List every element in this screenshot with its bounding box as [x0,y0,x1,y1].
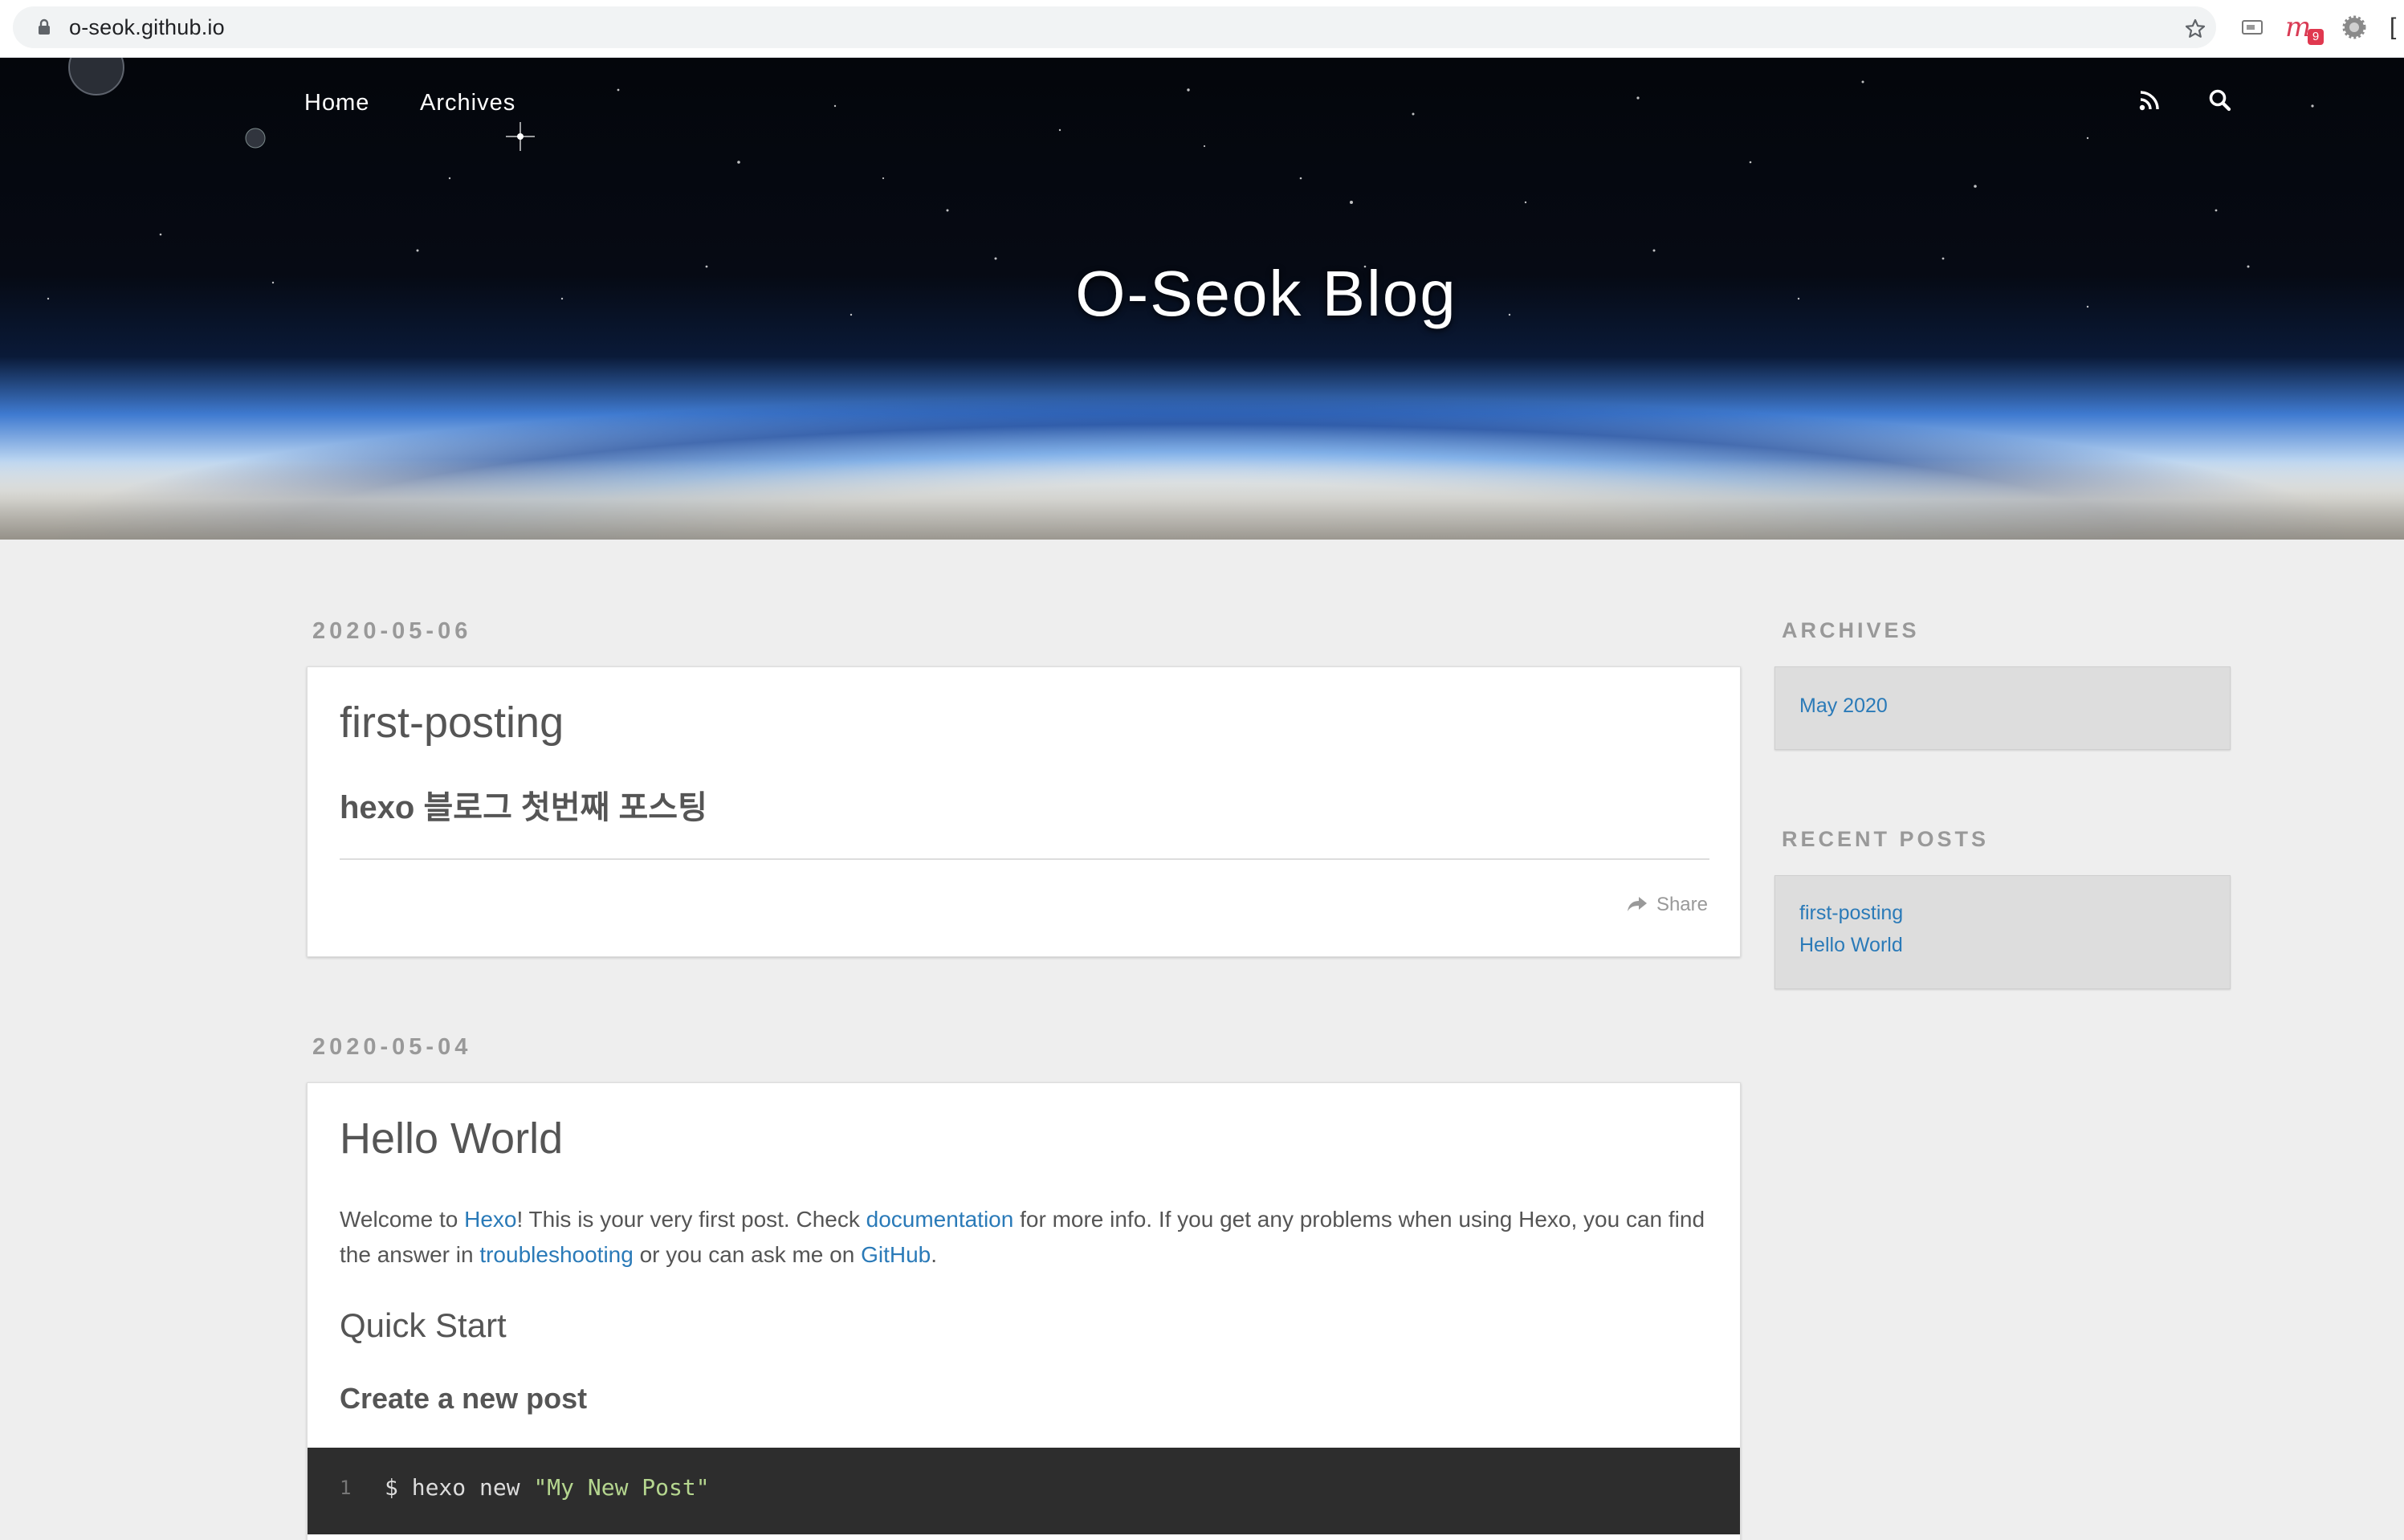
post-card: Hello World Welcome to Hexo! This is you… [307,1082,1741,1540]
archive-link-may-2020[interactable]: May 2020 [1799,695,1888,718]
post-title[interactable]: Hello World [340,1114,563,1163]
post-intro-paragraph: Welcome to Hexo! This is your very first… [340,1202,1721,1273]
address-bar[interactable]: o-seok.github.io [13,6,2216,48]
share-link[interactable]: Share [1626,894,1708,916]
lock-icon[interactable] [35,18,53,36]
troubleshooting-link[interactable]: troubleshooting [479,1242,633,1267]
intro-text: . [931,1242,938,1267]
post-title[interactable]: first-posting [340,698,564,748]
hexo-link[interactable]: Hexo [464,1207,516,1232]
section-heading: Quick Start [340,1306,507,1344]
nav-home-link[interactable]: Home [304,90,369,116]
recent-posts-widget-title: RECENT POSTS [1782,827,1990,851]
site-title[interactable]: O-Seok Blog [0,257,2404,331]
browser-toolbar: o-seok.github.io m 9 [ [0,0,2404,58]
recent-post-link[interactable]: first-posting [1799,902,1903,925]
share-label: Share [1656,894,1708,915]
bracket-extension-icon[interactable]: [ [2390,14,2404,40]
intro-text: or you can ask me on [633,1242,862,1267]
cast-extension-icon[interactable] [2240,14,2264,40]
archives-widget-title: ARCHIVES [1782,618,1920,642]
extension-badge: 9 [2308,29,2324,45]
recent-post-link[interactable]: Hello World [1799,934,1903,957]
github-link[interactable]: GitHub [861,1242,931,1267]
code-line-number: 1 [340,1477,352,1499]
gear-extension-icon[interactable] [2341,14,2367,40]
bookmark-star-icon[interactable] [2184,18,2206,40]
intro-text: Welcome to [340,1207,465,1232]
post-divider [340,858,1709,860]
code-line[interactable]: $ hexo new "My New Post" [385,1474,710,1501]
code-command: $ hexo new [385,1474,534,1501]
post-date[interactable]: 2020-05-06 [312,618,471,645]
nav-archives-link[interactable]: Archives [420,90,515,116]
documentation-link[interactable]: documentation [866,1207,1014,1232]
code-block: 1 $ hexo new "My New Post" [308,1448,1740,1534]
rss-icon[interactable] [2139,90,2160,111]
m-extension-icon[interactable]: m 9 [2285,14,2324,45]
search-icon[interactable] [2208,88,2232,112]
post-subtitle: hexo 블로그 첫번째 포스팅 [340,790,707,825]
archives-widget: May 2020 [1774,666,2231,750]
post-card: first-posting hexo 블로그 첫번째 포스팅 Share [307,666,1741,957]
earth-horizon-clouds [0,459,2404,540]
header-banner: Home Archives O-Seok Blog [0,58,2404,540]
intro-text: ! This is your very first post. Check [516,1207,866,1232]
recent-posts-widget: first-posting Hello World [1774,875,2231,989]
post-date[interactable]: 2020-05-04 [312,1034,471,1061]
code-string: "My New Post" [533,1474,710,1501]
url-text[interactable]: o-seok.github.io [69,6,225,48]
subsection-heading: Create a new post [340,1382,588,1415]
share-icon [1627,897,1647,911]
